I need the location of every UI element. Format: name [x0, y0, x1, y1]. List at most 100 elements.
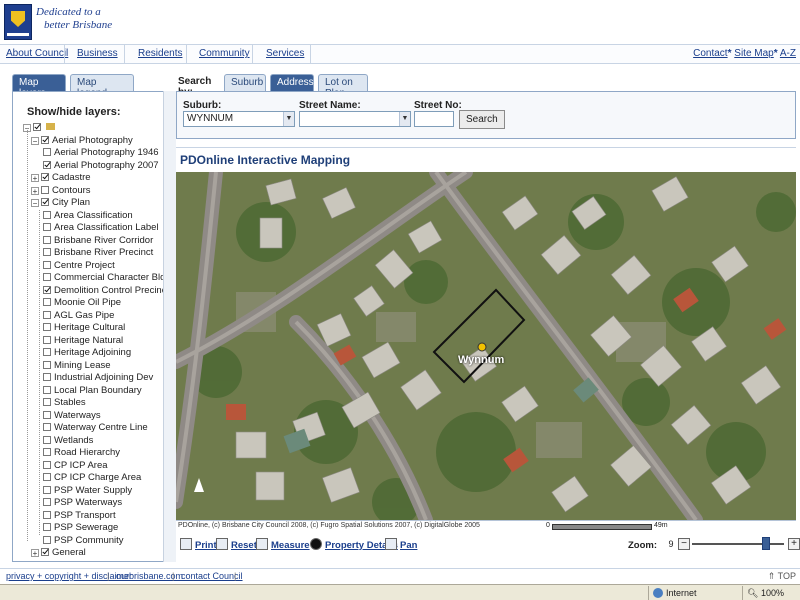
- layer-checkbox[interactable]: [43, 523, 51, 531]
- layer-item[interactable]: PSP Sewerage: [43, 522, 118, 534]
- layer-checkbox[interactable]: [43, 285, 51, 294]
- reset-button[interactable]: Reset: [231, 540, 257, 551]
- layer-checkbox[interactable]: [43, 298, 51, 306]
- layer-checkbox[interactable]: [43, 148, 51, 156]
- info-icon[interactable]: [310, 538, 322, 550]
- aerial-map[interactable]: Wynnum: [176, 172, 796, 520]
- tab-map-layers[interactable]: Map layers: [12, 74, 66, 99]
- a-z-link[interactable]: A-Z: [780, 48, 796, 59]
- layer-item[interactable]: Waterways: [43, 410, 101, 422]
- layer-item[interactable]: CP ICP Area: [43, 460, 108, 472]
- layer-item[interactable]: − Aerial Photography: [31, 135, 133, 147]
- layer-item[interactable]: Demolition Control Precinct: [43, 285, 169, 297]
- collapse-icon[interactable]: −: [31, 136, 39, 145]
- layers-scrollbar[interactable]: [163, 91, 176, 562]
- layer-checkbox[interactable]: [43, 360, 51, 369]
- layer-item[interactable]: AGL Gas Pipe: [43, 310, 114, 322]
- layer-checkbox[interactable]: [43, 435, 51, 444]
- layer-item[interactable]: Waterway Centre Line: [43, 422, 148, 434]
- layer-checkbox[interactable]: [41, 173, 49, 181]
- print-button[interactable]: Print: [195, 540, 217, 551]
- nav-services[interactable]: Services: [266, 48, 304, 59]
- printer-icon[interactable]: [180, 538, 192, 550]
- layer-item[interactable]: Stables: [43, 397, 86, 409]
- layer-item[interactable]: Wetlands: [43, 435, 93, 447]
- expand-icon[interactable]: +: [31, 174, 39, 183]
- layer-item[interactable]: Brisbane River Corridor: [43, 235, 153, 247]
- layer-item[interactable]: Local Plan Boundary: [43, 385, 142, 397]
- layer-checkbox[interactable]: [43, 273, 51, 281]
- zoom-out-button[interactable]: −: [678, 538, 690, 550]
- street-name-select[interactable]: ▼: [299, 111, 411, 127]
- layer-checkbox[interactable]: [33, 123, 41, 131]
- layer-checkbox[interactable]: [43, 335, 51, 344]
- nav-business[interactable]: Business: [77, 48, 118, 59]
- layer-checkbox[interactable]: [43, 473, 51, 481]
- street-no-input[interactable]: [414, 111, 454, 127]
- zoom-slider-track[interactable]: [692, 543, 784, 545]
- layer-item[interactable]: PSP Community: [43, 535, 124, 547]
- top-link[interactable]: ⇑ TOP: [768, 571, 796, 582]
- layer-item[interactable]: Road Hierarchy: [43, 447, 120, 459]
- zoom-slider-thumb[interactable]: [761, 537, 770, 550]
- layer-checkbox[interactable]: [43, 210, 51, 219]
- layer-checkbox[interactable]: [41, 185, 49, 194]
- site-map-link[interactable]: Site Map: [734, 48, 773, 59]
- layer-checkbox[interactable]: [43, 160, 51, 169]
- layer-item[interactable]: PSP Waterways: [43, 497, 122, 509]
- expand-icon[interactable]: +: [31, 549, 39, 558]
- privacy-link[interactable]: privacy + copyright + disclaimer: [6, 571, 132, 581]
- layer-checkbox[interactable]: [43, 260, 51, 269]
- layer-item[interactable]: Commercial Character Bldg: [43, 272, 171, 284]
- layer-item[interactable]: Aerial Photography 2007: [43, 160, 159, 172]
- layer-checkbox[interactable]: [41, 198, 49, 206]
- layer-checkbox[interactable]: [43, 510, 51, 519]
- layer-checkbox[interactable]: [43, 423, 51, 431]
- pan-hand-icon[interactable]: [385, 538, 397, 550]
- layer-item[interactable]: PSP Transport: [43, 510, 116, 522]
- layer-checkbox[interactable]: [43, 385, 51, 394]
- layer-checkbox[interactable]: [43, 248, 51, 256]
- layer-checkbox[interactable]: [43, 398, 51, 406]
- layer-checkbox[interactable]: [43, 410, 51, 419]
- layer-checkbox[interactable]: [43, 498, 51, 506]
- tab-map-legend[interactable]: Map legend: [70, 74, 134, 99]
- layer-checkbox[interactable]: [43, 223, 51, 231]
- zoom-in-button[interactable]: +: [788, 538, 800, 550]
- browser-zoom[interactable]: 🔍︎ 100%: [742, 586, 800, 600]
- layer-checkbox[interactable]: [43, 235, 51, 244]
- ruler-icon[interactable]: [256, 538, 268, 550]
- tab-address[interactable]: Address: [270, 74, 314, 91]
- layer-item[interactable]: Heritage Cultural: [43, 322, 125, 334]
- layer-item[interactable]: Heritage Adjoining: [43, 347, 131, 359]
- nav-community[interactable]: Community: [199, 48, 250, 59]
- nav-residents[interactable]: Residents: [138, 48, 182, 59]
- layer-item[interactable]: − City Plan: [31, 197, 90, 209]
- layer-item[interactable]: Mining Lease: [43, 360, 111, 372]
- layer-checkbox[interactable]: [43, 323, 51, 331]
- pan-button[interactable]: Pan: [400, 540, 417, 551]
- layer-checkbox[interactable]: [43, 535, 51, 544]
- layer-checkbox[interactable]: [41, 135, 49, 144]
- contact-link[interactable]: Contact: [693, 48, 727, 59]
- layer-item[interactable]: Area Classification Label: [43, 222, 159, 234]
- layer-checkbox[interactable]: [43, 373, 51, 381]
- layer-checkbox[interactable]: [43, 310, 51, 319]
- collapse-icon[interactable]: −: [31, 199, 39, 208]
- layer-item[interactable]: + Contours: [31, 185, 91, 197]
- layer-item[interactable]: Area Classification: [43, 210, 133, 222]
- layer-item[interactable]: Heritage Natural: [43, 335, 123, 347]
- layer-item[interactable]: Brisbane River Precinct: [43, 247, 153, 259]
- suburb-select[interactable]: WYNNUM ▼: [183, 111, 295, 127]
- layer-checkbox[interactable]: [43, 460, 51, 469]
- nav-about-council[interactable]: About Council: [6, 48, 68, 59]
- layer-item[interactable]: CP ICP Charge Area: [43, 472, 141, 484]
- layer-item[interactable]: Moonie Oil Pipe: [43, 297, 121, 309]
- expand-icon[interactable]: +: [31, 186, 39, 195]
- search-button[interactable]: Search: [459, 110, 505, 129]
- layer-item[interactable]: + General: [31, 547, 86, 559]
- measure-button[interactable]: Measure: [271, 540, 310, 551]
- layer-item[interactable]: PSP Water Supply: [43, 485, 132, 497]
- layer-checkbox[interactable]: [43, 485, 51, 494]
- layer-checkbox[interactable]: [41, 548, 49, 556]
